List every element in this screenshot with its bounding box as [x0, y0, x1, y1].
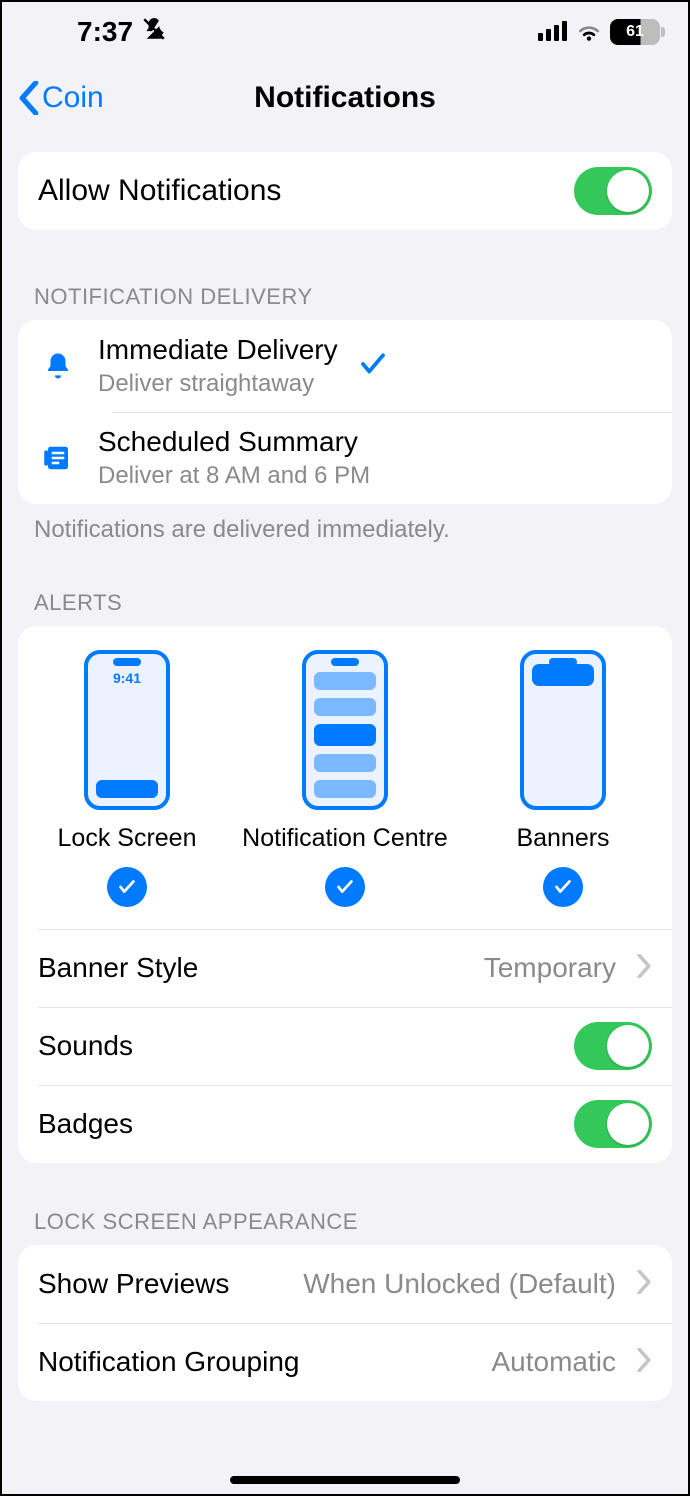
alert-notification-centre[interactable]: Notification Centre: [236, 650, 454, 907]
allow-notifications-label: Allow Notifications: [38, 174, 554, 208]
delivery-immediate-row[interactable]: Immediate Delivery Deliver straightaway: [18, 320, 672, 412]
delivery-scheduled-subtitle: Deliver at 8 AM and 6 PM: [98, 462, 370, 490]
notification-grouping-label: Notification Grouping: [38, 1346, 472, 1378]
banner-style-row[interactable]: Banner Style Temporary: [18, 929, 672, 1007]
alert-notification-centre-label: Notification Centre: [242, 824, 448, 853]
delivery-header: NOTIFICATION DELIVERY: [18, 256, 672, 320]
sounds-label: Sounds: [38, 1030, 554, 1062]
back-button[interactable]: Coin: [18, 81, 104, 115]
alerts-header: ALERTS: [18, 562, 672, 626]
alert-notification-centre-check[interactable]: [325, 867, 365, 907]
chevron-right-icon: [636, 954, 652, 983]
summary-icon: [38, 443, 78, 473]
back-label: Coin: [42, 81, 104, 115]
alert-banners-check[interactable]: [543, 867, 583, 907]
delivery-immediate-subtitle: Deliver straightaway: [98, 370, 338, 398]
banner-style-value: Temporary: [484, 952, 616, 984]
sounds-row: Sounds: [18, 1007, 672, 1085]
nav-bar: Coin Notifications: [2, 62, 688, 134]
badges-label: Badges: [38, 1108, 554, 1140]
chevron-right-icon: [636, 1348, 652, 1377]
page-title: Notifications: [2, 81, 688, 115]
bell-icon: [38, 351, 78, 381]
status-bar: 7:37 61: [2, 2, 688, 62]
show-previews-row[interactable]: Show Previews When Unlocked (Default): [18, 1245, 672, 1323]
preview-time: 9:41: [88, 670, 166, 686]
wifi-icon: [576, 16, 602, 48]
notification-centre-preview: [302, 650, 388, 810]
badges-row: Badges: [18, 1085, 672, 1163]
alert-lock-screen[interactable]: 9:41 Lock Screen: [18, 650, 236, 907]
delivery-scheduled-row[interactable]: Scheduled Summary Deliver at 8 AM and 6 …: [18, 412, 672, 504]
delivery-immediate-title: Immediate Delivery: [98, 334, 338, 366]
sounds-switch[interactable]: [574, 1022, 652, 1070]
battery-percent: 61: [626, 23, 644, 41]
status-time: 7:37: [77, 16, 133, 48]
banners-preview: [520, 650, 606, 810]
delivery-footer: Notifications are delivered immediately.: [18, 504, 672, 544]
show-previews-value: When Unlocked (Default): [249, 1268, 616, 1300]
alert-banners[interactable]: Banners: [454, 650, 672, 907]
delivery-scheduled-title: Scheduled Summary: [98, 426, 370, 458]
notification-grouping-value: Automatic: [492, 1346, 617, 1378]
alert-lock-screen-check[interactable]: [107, 867, 147, 907]
lock-screen-preview: 9:41: [84, 650, 170, 810]
battery-icon: 61: [610, 19, 660, 45]
show-previews-label: Show Previews: [38, 1268, 229, 1300]
allow-notifications-switch[interactable]: [574, 167, 652, 215]
badges-switch[interactable]: [574, 1100, 652, 1148]
banner-style-label: Banner Style: [38, 952, 464, 984]
notification-grouping-row[interactable]: Notification Grouping Automatic: [18, 1323, 672, 1401]
alert-banners-label: Banners: [516, 824, 609, 853]
alert-lock-screen-label: Lock Screen: [58, 824, 197, 853]
silent-icon: [141, 16, 167, 49]
alerts-styles-row: 9:41 Lock Screen Notification Centre: [18, 626, 672, 929]
home-indicator[interactable]: [230, 1476, 460, 1484]
lockscreen-header: LOCK SCREEN APPEARANCE: [18, 1181, 672, 1245]
allow-notifications-row: Allow Notifications: [18, 152, 672, 230]
chevron-right-icon: [636, 1270, 652, 1299]
checkmark-icon: [358, 349, 388, 384]
cellular-icon: [538, 16, 568, 48]
